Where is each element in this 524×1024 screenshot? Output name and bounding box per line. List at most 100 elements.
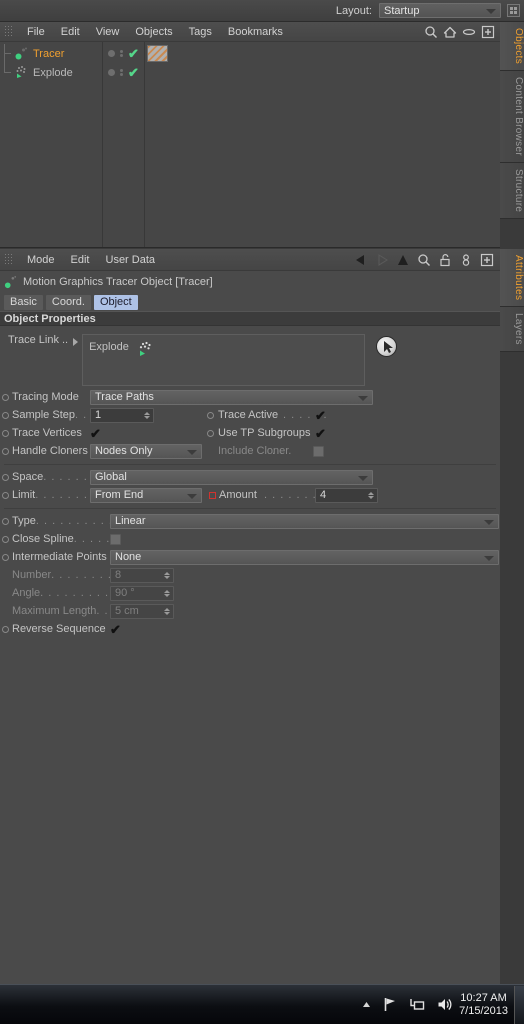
menu-view[interactable]: View xyxy=(88,22,128,42)
tab-objects[interactable]: Objects xyxy=(500,22,524,72)
layout-grid-icon[interactable] xyxy=(507,4,520,17)
menu-bookmarks[interactable]: Bookmarks xyxy=(220,22,291,42)
trace-link-field[interactable]: Explode xyxy=(82,334,366,386)
menu-file[interactable]: File xyxy=(19,22,53,42)
lock-icon[interactable] xyxy=(438,253,452,267)
tracing-mode-param-dot[interactable] xyxy=(2,393,9,401)
object-name-tracer[interactable]: Tracer xyxy=(33,48,64,60)
visibility-row-tracer[interactable]: ✔ xyxy=(103,44,144,63)
menu-tags[interactable]: Tags xyxy=(181,22,220,42)
expand-arrow-icon[interactable] xyxy=(73,338,79,346)
menu-objects[interactable]: Objects xyxy=(127,22,180,42)
chevron-up-icon[interactable] xyxy=(361,999,372,1010)
intermediate-points-param-dot[interactable] xyxy=(2,553,9,561)
limit-dropdown[interactable]: From End xyxy=(90,487,202,503)
flag-icon[interactable] xyxy=(382,996,399,1013)
link-icon[interactable] xyxy=(459,253,473,267)
enable-check-icon[interactable]: ✔ xyxy=(128,46,139,62)
close-spline-checkbox[interactable] xyxy=(110,533,121,545)
type-dropdown[interactable]: Linear xyxy=(110,513,499,529)
tree-branch-line xyxy=(0,44,14,63)
handle-cloners-dropdown[interactable]: Nodes Only xyxy=(90,443,202,459)
tab-object[interactable]: Object xyxy=(93,294,138,310)
space-param-dot[interactable] xyxy=(2,473,9,481)
up-arrow-icon[interactable] xyxy=(396,253,410,267)
plus-box-icon[interactable] xyxy=(480,253,494,267)
sample-step-input[interactable]: 1 xyxy=(90,407,154,423)
type-param-dot[interactable] xyxy=(2,517,9,525)
menu-edit[interactable]: Edit xyxy=(53,22,88,42)
menu-edit[interactable]: Edit xyxy=(63,250,98,270)
tab-attributes[interactable]: Attributes xyxy=(500,249,524,308)
tab-basic[interactable]: Basic xyxy=(4,294,43,310)
space-dropdown[interactable]: Global xyxy=(90,469,373,485)
spinner-icon xyxy=(163,588,170,600)
explosionfx-object-icon[interactable] xyxy=(14,65,29,80)
home-icon[interactable] xyxy=(443,25,457,39)
clock-date: 7/15/2013 xyxy=(459,1004,508,1017)
reverse-sequence-checkbox[interactable]: ✔ xyxy=(110,623,121,636)
spinner-icon[interactable] xyxy=(367,490,374,502)
material-tag-icon[interactable] xyxy=(147,45,168,62)
tab-layers[interactable]: Layers xyxy=(500,307,524,353)
use-tp-subgroups-param-dot[interactable] xyxy=(207,429,214,437)
drag-grip-icon[interactable] xyxy=(4,253,13,266)
limit-param-dot[interactable] xyxy=(2,491,9,499)
network-icon[interactable] xyxy=(409,996,426,1013)
sample-step-param-dot[interactable] xyxy=(2,411,9,419)
search-icon[interactable] xyxy=(424,25,438,39)
forward-arrow-icon[interactable] xyxy=(375,253,389,267)
menu-user-data[interactable]: User Data xyxy=(98,250,164,270)
plus-box-icon[interactable] xyxy=(481,25,495,39)
drag-grip-icon[interactable] xyxy=(4,25,13,38)
use-tp-subgroups-checkbox[interactable]: ✔ xyxy=(315,427,326,440)
limit-label-dots: . . . . . . . . xyxy=(35,489,97,501)
visibility-row-explode[interactable]: ✔ xyxy=(103,63,144,82)
tab-content-browser[interactable]: Content Browser xyxy=(500,71,524,163)
trace-link-value: Explode xyxy=(89,341,129,353)
tab-coord[interactable]: Coord. xyxy=(45,294,91,310)
limit-value: From End xyxy=(95,489,144,501)
trace-vertices-checkbox[interactable]: ✔ xyxy=(90,427,101,440)
layout-dropdown[interactable]: Startup xyxy=(379,3,501,18)
intermediate-points-dropdown[interactable]: None xyxy=(110,549,499,565)
tracer-object-icon[interactable] xyxy=(14,46,29,61)
tracing-mode-dropdown[interactable]: Trace Paths xyxy=(90,389,373,405)
trace-active-checkbox[interactable]: ✔ xyxy=(315,409,326,422)
spinner-icon[interactable] xyxy=(143,410,150,422)
attribute-manager: Mode Edit User Data Motion Graphics Trac… xyxy=(0,249,500,984)
search-icon[interactable] xyxy=(417,253,431,267)
reverse-sequence-param-dot[interactable] xyxy=(2,625,9,633)
handle-cloners-label: Handle Cloners xyxy=(12,445,88,457)
eye-icon[interactable] xyxy=(462,25,476,39)
taskbar-clock[interactable]: 10:27 AM 7/15/2013 xyxy=(459,992,508,1018)
tab-structure[interactable]: Structure xyxy=(500,163,524,220)
volume-icon[interactable] xyxy=(436,996,453,1013)
attribute-manager-menubar: Mode Edit User Data xyxy=(0,249,500,271)
visibility-dot-icon[interactable] xyxy=(108,69,115,76)
pick-cursor-icon[interactable] xyxy=(376,336,398,357)
back-arrow-icon[interactable] xyxy=(354,253,368,267)
trace-active-label: Trace Active xyxy=(218,409,279,421)
trace-active-param-dot[interactable] xyxy=(207,411,214,419)
enable-check-icon[interactable]: ✔ xyxy=(128,65,139,81)
row-close-spline: Close Spline . . . . . . xyxy=(0,530,500,548)
handle-cloners-param-dot[interactable] xyxy=(2,447,9,455)
close-spline-param-dot[interactable] xyxy=(2,535,9,543)
chevron-down-icon xyxy=(486,9,496,14)
object-name-explode[interactable]: Explode xyxy=(33,67,73,79)
object-row-explode[interactable]: Explode xyxy=(0,63,102,82)
object-row-tracer[interactable]: Tracer xyxy=(0,44,102,63)
chevron-down-icon xyxy=(187,449,197,455)
show-desktop-button[interactable] xyxy=(514,985,524,1024)
visibility-dot-icon[interactable] xyxy=(108,50,115,57)
amount-animated-indicator[interactable] xyxy=(209,491,216,499)
editor-render-dots-icon[interactable] xyxy=(120,48,124,59)
editor-render-dots-icon[interactable] xyxy=(120,67,124,78)
menu-mode[interactable]: Mode xyxy=(19,250,63,270)
amount-input[interactable]: 4 xyxy=(315,487,378,503)
attribute-title-bar: Motion Graphics Tracer Object [Tracer] xyxy=(0,271,500,293)
amount-value: 4 xyxy=(320,489,327,501)
trace-vertices-param-dot[interactable] xyxy=(2,429,9,437)
reverse-sequence-label: Reverse Sequence xyxy=(12,623,106,635)
